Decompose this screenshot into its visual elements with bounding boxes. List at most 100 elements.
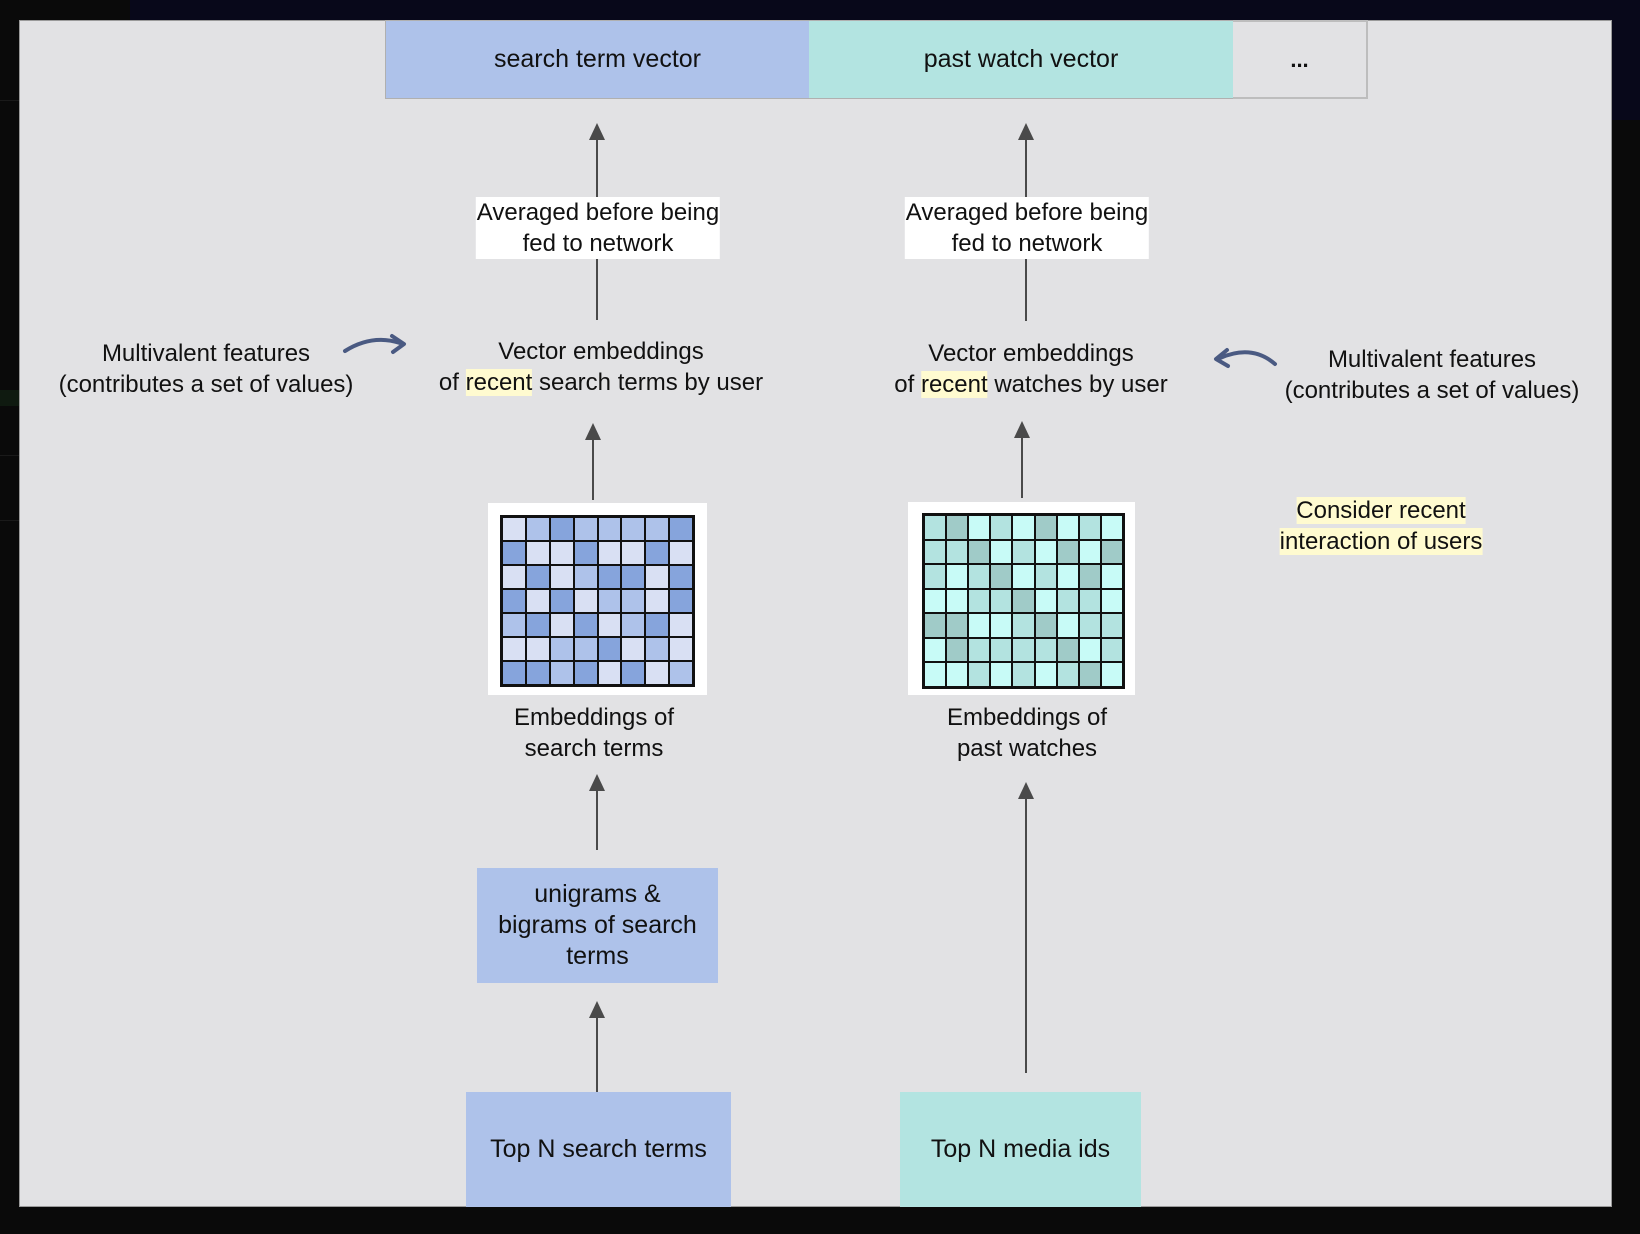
matrix-cell: [968, 637, 991, 663]
left-edge-divider: [0, 455, 19, 456]
highlight-recent: recent: [465, 369, 533, 396]
vector-embeddings-title: Vector embeddings: [928, 340, 1134, 367]
averaged-label-line: fed to network: [522, 230, 674, 257]
right-dark-band: [1612, 0, 1640, 120]
matrix-cell: [1012, 564, 1035, 589]
text-prefix: of: [438, 369, 466, 396]
matrix-cell: [549, 613, 574, 637]
matrix-cell: [1034, 662, 1057, 687]
matrix-cell: [968, 564, 991, 589]
matrix-cell: [924, 588, 947, 614]
text-prefix: of: [894, 371, 921, 398]
matrix-cell: [1100, 564, 1123, 589]
left-edge-divider: [0, 100, 19, 101]
matrix-cell: [968, 662, 991, 687]
matrix-cell: [924, 515, 947, 540]
matrix-cell: [990, 613, 1013, 638]
matrix-cell: [924, 539, 947, 565]
matrix-cell: [990, 539, 1013, 565]
matrix-cell: [1078, 539, 1101, 565]
matrix-cell: [621, 589, 646, 613]
matrix-cell: [669, 517, 693, 541]
left-edge-divider: [0, 520, 19, 521]
matrix-cell: [946, 515, 969, 540]
search-term-vector-label: search term vector: [493, 45, 701, 73]
matrix-cell: [549, 565, 574, 589]
diagram-canvas: [19, 20, 1612, 1207]
matrix-cell: [645, 517, 670, 541]
matrix-cell: [597, 565, 622, 589]
top-dark-band: [130, 0, 1640, 20]
multivalent-note-right: Multivalent features (contributes a set …: [1285, 344, 1580, 406]
note-line: (contributes a set of values): [58, 371, 354, 398]
note-line: interaction of users: [1279, 528, 1483, 555]
matrix-cell: [1056, 613, 1079, 638]
recent-interaction-note: Consider recent interaction of users: [1279, 495, 1483, 557]
matrix-cell: [502, 589, 526, 613]
matrix-cell: [502, 517, 526, 541]
vector-embeddings-watches-label: Vector embeddings of recent watches by u…: [894, 338, 1168, 400]
matrix-cell: [525, 589, 550, 613]
matrix-cell: [1056, 539, 1079, 565]
matrix-cell: [645, 589, 670, 613]
matrix-cell: [1012, 515, 1035, 540]
matrix-cell: [621, 541, 646, 565]
more-features-segment: ...: [1233, 20, 1368, 99]
matrix-cell: [645, 541, 670, 565]
box-line: terms: [566, 942, 629, 970]
matrix-cell: [990, 588, 1013, 614]
embeddings-search-label: Embeddings of search terms: [514, 702, 674, 764]
matrix-cell: [573, 565, 598, 589]
matrix-cell: [502, 565, 526, 589]
vector-embeddings-subtitle: of recent watches by user: [894, 369, 1168, 400]
matrix-cell: [1100, 539, 1123, 565]
matrix-cell: [502, 661, 526, 685]
matrix-cell: [502, 637, 526, 661]
matrix-cell: [669, 565, 693, 589]
matrix-cell: [1100, 637, 1123, 663]
matrix-cell: [645, 637, 670, 661]
matrix-cell: [621, 661, 646, 685]
embeddings-watches-label: Embeddings of past watches: [947, 702, 1107, 764]
matrix-cell: [1056, 588, 1079, 614]
matrix-cell: [1100, 588, 1123, 614]
matrix-cell: [946, 588, 969, 614]
matrix-cell: [1012, 613, 1035, 638]
multivalent-note-left: Multivalent features (contributes a set …: [59, 338, 354, 400]
matrix-cell: [525, 541, 550, 565]
matrix-cell: [549, 589, 574, 613]
matrix-cell: [924, 613, 947, 638]
averaged-label-left: Averaged before being fed to network: [475, 197, 721, 259]
box-label: Top N search terms: [490, 1135, 707, 1163]
matrix-cell: [502, 613, 526, 637]
averaged-label-right: Averaged before being fed to network: [904, 197, 1150, 259]
averaged-label-line: fed to network: [951, 230, 1103, 257]
matrix-cell: [1034, 539, 1057, 565]
matrix-cell: [990, 564, 1013, 589]
matrix-cell: [1034, 613, 1057, 638]
left-edge-accent: [0, 390, 19, 406]
matrix-cell: [621, 517, 646, 541]
past-watch-vector-label: past watch vector: [923, 45, 1119, 73]
note-line: (contributes a set of values): [1284, 377, 1580, 404]
matrix-cell: [1100, 613, 1123, 638]
matrix-cell: [1012, 539, 1035, 565]
matrix-cell: [1078, 637, 1101, 663]
matrix-cell: [621, 613, 646, 637]
matrix-cell: [1056, 564, 1079, 589]
matrix-cell: [946, 539, 969, 565]
matrix-cell: [1078, 662, 1101, 687]
matrix-cell: [549, 661, 574, 685]
note-line: Multivalent features: [1327, 346, 1537, 373]
text-suffix: search terms by user: [532, 369, 764, 396]
past-watch-vector-segment: past watch vector: [809, 20, 1233, 99]
matrix-cell: [669, 613, 693, 637]
matrix-cell: [1078, 564, 1101, 589]
matrix-cell: [1012, 637, 1035, 663]
box-label: Top N media ids: [930, 1135, 1111, 1163]
matrix-cell: [549, 541, 574, 565]
label-line: Embeddings of: [946, 704, 1108, 731]
matrix-cell: [645, 565, 670, 589]
matrix-cell: [669, 541, 693, 565]
vector-embeddings-search-label: Vector embeddings of recent search terms…: [439, 336, 763, 398]
